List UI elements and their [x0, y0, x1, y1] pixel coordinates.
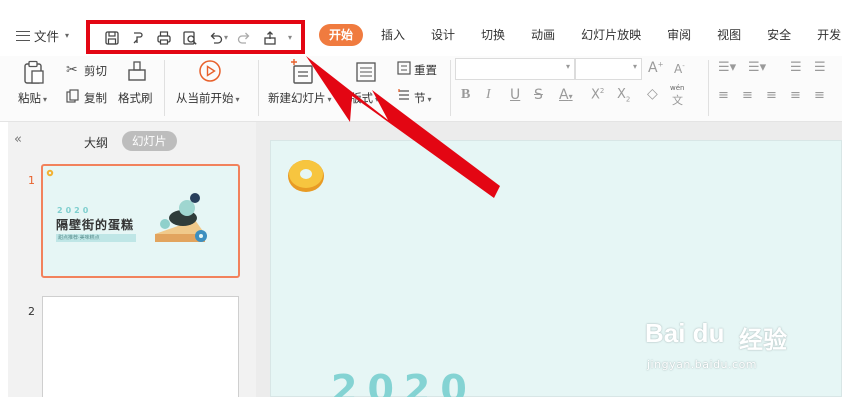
- slide-number: 1: [28, 174, 35, 187]
- menu-bar: 文件 ▾ ▾ ▾ 开始 插入 设计 切换 动画 幻灯片放映 审阅 视图 安全 开…: [0, 14, 842, 56]
- ribbon-divider: [708, 60, 709, 116]
- start-from-current-button[interactable]: 从当前开始 ▾: [176, 90, 240, 106]
- strikethrough-icon[interactable]: S: [534, 87, 543, 103]
- tab-animations[interactable]: 动画: [531, 24, 555, 46]
- hamburger-icon: [16, 30, 30, 41]
- file-menu-label: 文件: [34, 29, 60, 44]
- increase-font-icon[interactable]: A+: [648, 60, 663, 76]
- print-preview-icon[interactable]: [182, 30, 198, 46]
- slide-thumbnail-1[interactable]: 2020 隔壁街的蛋糕 甜点推荐·美味糕点: [41, 164, 240, 278]
- customize-dropdown-icon[interactable]: ▾: [288, 33, 296, 49]
- underline-icon[interactable]: U: [510, 87, 520, 103]
- tab-slides[interactable]: 幻灯片: [122, 131, 177, 151]
- paste-icon[interactable]: [22, 60, 46, 89]
- share-icon[interactable]: [262, 30, 278, 46]
- slide-year: 2020: [57, 206, 92, 215]
- font-name-select[interactable]: ▾: [455, 58, 575, 80]
- tab-outline[interactable]: 大纲: [84, 134, 108, 151]
- chevron-down-icon: ▾: [65, 31, 70, 40]
- tab-slideshow[interactable]: 幻灯片放映: [581, 24, 641, 46]
- align-center-icon[interactable]: ≡: [742, 88, 753, 103]
- chevron-down-icon: ▾: [565, 62, 570, 71]
- tab-home[interactable]: 开始: [319, 24, 364, 46]
- slide-year-title: 2020: [331, 367, 477, 397]
- paste-button[interactable]: 粘贴 ▾: [18, 90, 47, 106]
- brush-icon[interactable]: [126, 60, 148, 87]
- undo-icon[interactable]: [208, 30, 224, 46]
- editing-area: 2020: [256, 122, 842, 397]
- slide-subtitle: 甜点推荐·美味糕点: [58, 235, 100, 241]
- watermark-url: jingyan.baidu.com: [647, 358, 758, 371]
- tab-design[interactable]: 设计: [431, 24, 455, 46]
- bullets-icon[interactable]: ☰▾: [718, 60, 736, 75]
- ribbon: 粘贴 ▾ ✂ 剪切 复制 格式刷 从当前开始 ▾ 新建幻灯片 ▾ 版式 ▾ 重置 节 ▾ …: [0, 56, 842, 122]
- slide-number: 2: [28, 305, 35, 318]
- distribute-icon[interactable]: ≡: [814, 88, 825, 103]
- italic-icon[interactable]: I: [486, 87, 491, 103]
- copy-button[interactable]: 复制: [84, 90, 107, 106]
- copy-icon: [66, 89, 79, 106]
- slide-panel: « 大纲 幻灯片 1 2020 隔壁街的蛋糕 甜点推荐·美味糕点 2: [8, 122, 256, 397]
- layout-icon[interactable]: [356, 62, 376, 85]
- tab-insert[interactable]: 插入: [381, 24, 405, 46]
- slide-title: 隔壁街的蛋糕: [56, 218, 135, 232]
- justify-icon[interactable]: ≡: [790, 88, 801, 103]
- tab-security[interactable]: 安全: [767, 24, 791, 46]
- watermark-jingyan: 经验: [739, 326, 787, 354]
- align-left-icon[interactable]: ≡: [718, 88, 729, 103]
- font-color-icon[interactable]: A▾: [559, 87, 573, 103]
- reset-icon: [397, 61, 411, 78]
- ribbon-divider: [164, 60, 165, 116]
- new-slide-icon[interactable]: [290, 58, 316, 89]
- collapse-panel-icon[interactable]: «: [14, 132, 22, 147]
- ribbon-divider: [258, 60, 259, 116]
- reset-button[interactable]: 重置: [414, 62, 437, 78]
- format-painter-button[interactable]: 格式刷: [118, 90, 153, 106]
- cut-button[interactable]: 剪切: [84, 63, 107, 79]
- print-icon[interactable]: [156, 30, 172, 46]
- donut-icon: [46, 169, 54, 177]
- new-slide-button[interactable]: 新建幻灯片 ▾: [268, 90, 332, 106]
- superscript-icon[interactable]: X2: [591, 87, 604, 102]
- tab-review[interactable]: 审阅: [667, 24, 691, 46]
- align-right-icon[interactable]: ≡: [766, 88, 777, 103]
- section-icon: [397, 88, 411, 105]
- bold-icon[interactable]: B: [461, 87, 470, 103]
- watermark-brand: Bai du: [645, 318, 725, 348]
- tab-view[interactable]: 视图: [717, 24, 741, 46]
- layout-button[interactable]: 版式 ▾: [350, 90, 379, 106]
- file-menu[interactable]: 文件 ▾: [16, 26, 69, 45]
- numbering-icon[interactable]: ☰▾: [748, 60, 766, 75]
- chevron-down-icon: ▾: [632, 62, 637, 71]
- quick-access-toolbar: ▾ ▾: [86, 20, 305, 54]
- undo-dropdown-icon[interactable]: ▾: [224, 33, 232, 49]
- cake-image: [155, 193, 207, 242]
- font-size-select[interactable]: ▾: [575, 58, 642, 80]
- ribbon-divider: [450, 60, 451, 116]
- tab-developer[interactable]: 开发: [817, 24, 841, 46]
- save-icon[interactable]: [104, 30, 120, 46]
- slide-thumbnail-2[interactable]: [42, 296, 239, 397]
- format-painter-icon[interactable]: [130, 30, 146, 46]
- decrease-font-icon[interactable]: A-: [674, 62, 685, 76]
- tab-transitions[interactable]: 切换: [481, 24, 505, 46]
- donut-icon: [288, 160, 324, 192]
- redo-icon[interactable]: [236, 30, 252, 46]
- play-icon[interactable]: [198, 59, 222, 86]
- decrease-indent-icon[interactable]: ☰: [790, 60, 802, 75]
- section-button[interactable]: 节 ▾: [414, 90, 432, 106]
- ribbon-tabs: 开始 插入 设计 切换 动画 幻灯片放映 审阅 视图 安全 开发: [319, 24, 842, 46]
- subscript-icon[interactable]: X2: [617, 87, 630, 104]
- phonetic-guide-label: wén: [670, 84, 685, 92]
- clear-format-icon[interactable]: ◇: [647, 86, 658, 102]
- increase-indent-icon[interactable]: ☰: [814, 60, 826, 75]
- phonetic-guide-icon[interactable]: 文: [672, 92, 683, 108]
- scissors-icon: ✂: [66, 62, 78, 78]
